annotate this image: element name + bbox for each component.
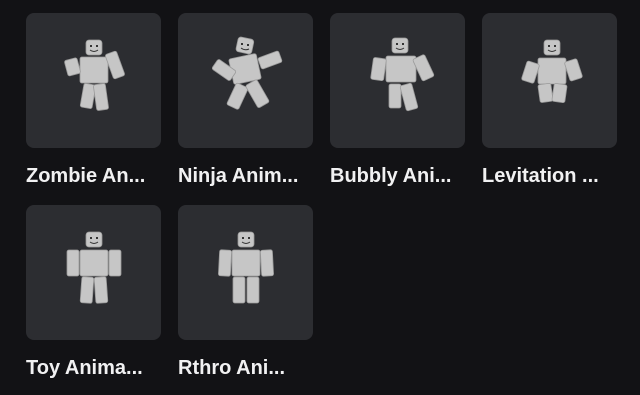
animation-thumbnail[interactable] bbox=[178, 13, 313, 148]
animation-card-ninja[interactable]: Ninja Anim... bbox=[178, 13, 313, 205]
animation-card-toy[interactable]: Toy Anima... bbox=[26, 205, 161, 395]
animation-title[interactable]: Toy Anima... bbox=[26, 356, 161, 380]
animation-title[interactable]: Rthro Ani... bbox=[178, 356, 313, 380]
animation-title[interactable]: Ninja Anim... bbox=[178, 164, 313, 188]
animation-card-levitation[interactable]: Levitation ... bbox=[482, 13, 617, 205]
animation-catalog-page: Zombie An... Ninja Anim... Bubbly Ani...… bbox=[0, 0, 640, 395]
animation-card-zombie[interactable]: Zombie An... bbox=[26, 13, 161, 205]
animation-card-bubbly[interactable]: Bubbly Ani... bbox=[330, 13, 465, 205]
animation-thumbnail[interactable] bbox=[482, 13, 617, 148]
animation-thumbnail[interactable] bbox=[26, 205, 161, 340]
avatar-figure-icon bbox=[211, 36, 282, 110]
animation-thumbnail[interactable] bbox=[330, 13, 465, 148]
animation-title[interactable]: Bubbly Ani... bbox=[330, 164, 465, 188]
animation-thumbnail[interactable] bbox=[178, 205, 313, 340]
animation-grid: Zombie An... Ninja Anim... Bubbly Ani...… bbox=[26, 13, 617, 395]
avatar-figure-icon bbox=[66, 231, 121, 304]
animation-thumbnail[interactable] bbox=[26, 13, 161, 148]
animation-card-rthro[interactable]: Rthro Ani... bbox=[178, 205, 313, 395]
animation-title[interactable]: Levitation ... bbox=[482, 164, 617, 188]
avatar-figure-icon bbox=[63, 39, 125, 111]
avatar-figure-icon bbox=[369, 37, 434, 111]
avatar-figure-icon bbox=[217, 231, 274, 303]
animation-title[interactable]: Zombie An... bbox=[26, 164, 161, 188]
avatar-figure-icon bbox=[520, 39, 583, 103]
